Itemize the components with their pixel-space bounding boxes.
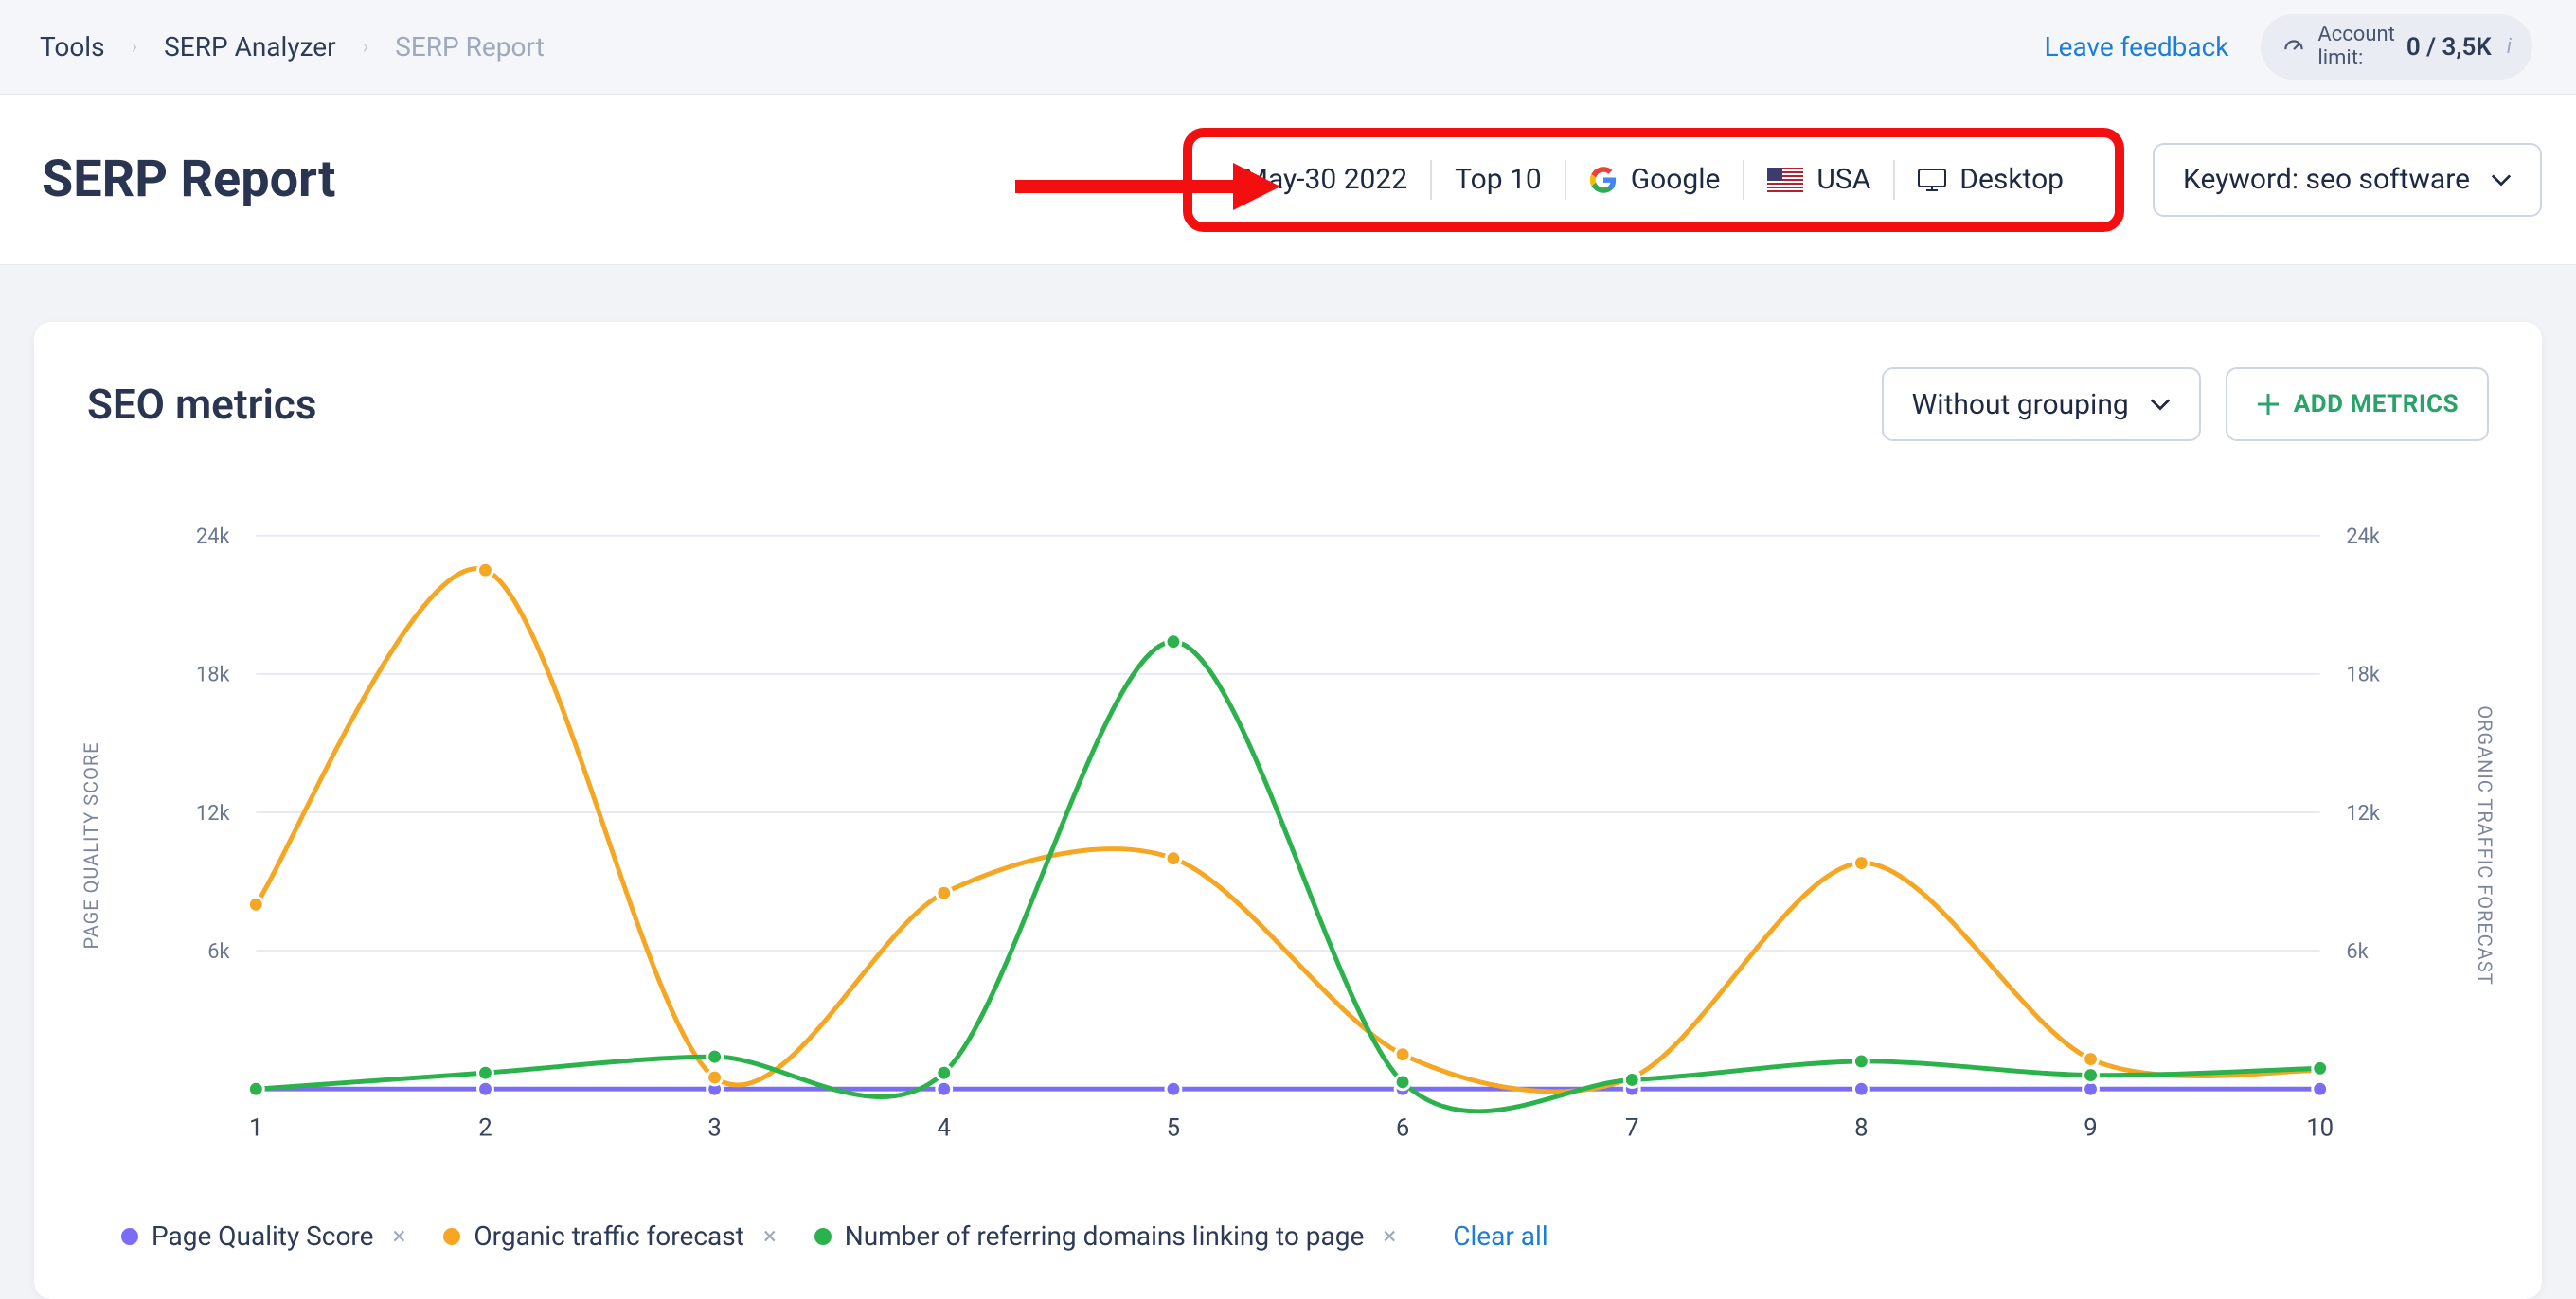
- breadcrumb-root[interactable]: Tools: [40, 31, 105, 62]
- svg-text:8: 8: [1854, 1114, 1868, 1143]
- breadcrumb: Tools › SERP Analyzer › SERP Report: [40, 31, 545, 62]
- seo-metrics-card: SEO metrics Without grouping ADD METRICS…: [34, 322, 2542, 1299]
- svg-text:1: 1: [249, 1114, 262, 1143]
- card-header-actions: Without grouping ADD METRICS: [1882, 367, 2489, 441]
- chart-svg[interactable]: 24k 24k 18k 18k 12k 12k 6k 6k 1 2 3 4 5 6 7 8 9 10: [87, 507, 2489, 1183]
- remove-series-button[interactable]: ×: [393, 1222, 406, 1251]
- title-bar: SERP Report May-30 2022 Top 10 Google: [0, 95, 2576, 265]
- page-title: SERP Report: [42, 150, 335, 209]
- condition-top: Top 10: [1432, 163, 1565, 196]
- callout-arrow-icon: [1015, 153, 1280, 223]
- chart-right-axis-label: ORGANIC TRAFFIC FORECAST: [2474, 705, 2496, 985]
- leave-feedback-link[interactable]: Leave feedback: [2045, 31, 2229, 62]
- svg-text:7: 7: [1625, 1114, 1638, 1143]
- account-limit-label: Account limit:: [2317, 24, 2394, 69]
- chevron-right-icon: ›: [132, 35, 138, 59]
- keyword-selector-label: Keyword: seo software: [2183, 163, 2470, 196]
- condition-engine-text: Google: [1631, 163, 1721, 196]
- grouping-selector[interactable]: Without grouping: [1882, 367, 2201, 441]
- breadcrumb-serp-analyzer[interactable]: SERP Analyzer: [164, 31, 335, 62]
- conditions-box: May-30 2022 Top 10 Google: [1183, 128, 2124, 232]
- condition-top-text: Top 10: [1455, 163, 1542, 196]
- chart-left-axis-label: PAGE QUALITY SCORE: [80, 741, 102, 949]
- condition-country: USA: [1744, 163, 1893, 196]
- conditions-group: May-30 2022 Top 10 Google: [1183, 128, 2542, 232]
- card-header: SEO metrics Without grouping ADD METRICS: [34, 322, 2542, 441]
- add-metrics-button[interactable]: ADD METRICS: [2226, 367, 2489, 441]
- dot-icon: [814, 1228, 832, 1245]
- google-icon: [1589, 166, 1618, 194]
- svg-text:3: 3: [707, 1114, 721, 1143]
- account-limit-pill[interactable]: Account limit: 0 / 3,5K i: [2261, 14, 2532, 79]
- dot-icon: [121, 1228, 138, 1245]
- svg-text:24k: 24k: [2346, 525, 2380, 549]
- remove-series-button[interactable]: ×: [763, 1222, 777, 1251]
- chevron-right-icon: ›: [363, 35, 369, 59]
- chart: PAGE QUALITY SCORE ORGANIC TRAFFIC FOREC…: [87, 507, 2489, 1183]
- chart-legend: Page Quality Score × Organic traffic for…: [121, 1220, 2542, 1252]
- legend-label: Number of referring domains linking to p…: [845, 1220, 1365, 1252]
- breadcrumb-current: SERP Report: [395, 31, 545, 62]
- card-title: SEO metrics: [87, 380, 316, 429]
- flag-us-icon: [1767, 168, 1803, 192]
- add-metrics-label: ADD METRICS: [2294, 390, 2459, 418]
- clear-all-button[interactable]: Clear all: [1453, 1220, 1547, 1252]
- keyword-selector[interactable]: Keyword: seo software: [2153, 143, 2542, 217]
- svg-text:4: 4: [938, 1114, 951, 1143]
- legend-item-pqs[interactable]: Page Quality Score ×: [121, 1220, 405, 1252]
- remove-series-button[interactable]: ×: [1383, 1222, 1396, 1251]
- svg-text:18k: 18k: [196, 664, 230, 687]
- svg-text:6k: 6k: [2346, 940, 2369, 964]
- grouping-selector-label: Without grouping: [1912, 388, 2129, 421]
- legend-item-organic[interactable]: Organic traffic forecast ×: [443, 1220, 776, 1252]
- svg-text:12k: 12k: [196, 802, 230, 826]
- gauge-icon: [2281, 35, 2306, 60]
- topbar-right: Leave feedback Account limit: 0 / 3,5K i: [2045, 14, 2532, 79]
- top-bar: Tools › SERP Analyzer › SERP Report Leav…: [0, 0, 2576, 95]
- account-limit-value: 0 / 3,5K: [2406, 33, 2492, 62]
- svg-text:5: 5: [1167, 1114, 1180, 1143]
- svg-text:6: 6: [1396, 1114, 1409, 1143]
- condition-country-text: USA: [1816, 163, 1870, 196]
- svg-text:24k: 24k: [196, 525, 230, 549]
- legend-label: Organic traffic forecast: [474, 1220, 743, 1252]
- svg-text:12k: 12k: [2346, 802, 2380, 826]
- plus-icon: [2256, 392, 2281, 417]
- dot-icon: [443, 1228, 460, 1245]
- condition-engine: Google: [1566, 163, 1744, 196]
- svg-text:10: 10: [2306, 1114, 2334, 1143]
- svg-text:9: 9: [2084, 1114, 2097, 1143]
- info-icon[interactable]: i: [2507, 35, 2512, 59]
- condition-device: Desktop: [1895, 163, 2086, 196]
- legend-item-refdomains[interactable]: Number of referring domains linking to p…: [814, 1220, 1397, 1252]
- desktop-icon: [1918, 169, 1946, 191]
- svg-text:2: 2: [478, 1114, 492, 1143]
- svg-text:18k: 18k: [2346, 664, 2380, 687]
- condition-device-text: Desktop: [1959, 163, 2064, 196]
- legend-label: Page Quality Score: [152, 1220, 374, 1252]
- svg-text:6k: 6k: [207, 940, 230, 964]
- chevron-down-icon: [2150, 398, 2171, 411]
- chevron-down-icon: [2491, 173, 2512, 187]
